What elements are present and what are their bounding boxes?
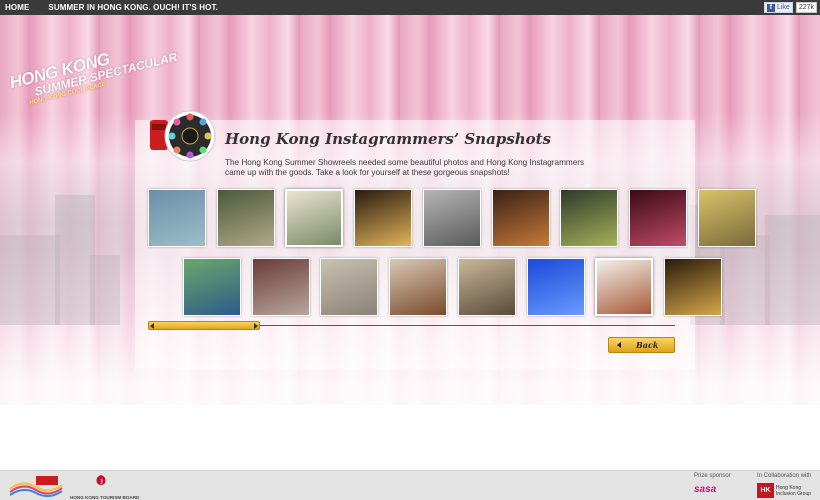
photo-dim-sum[interactable] <box>389 258 448 316</box>
hktb-logo[interactable]: HONG KONG TOURISM BOARD <box>70 473 140 500</box>
building <box>55 195 95 325</box>
back-button[interactable]: Back <box>608 337 675 353</box>
back-button-label: Back <box>636 340 659 350</box>
facebook-icon: f <box>766 3 775 12</box>
gallery-scrollbar-thumb[interactable] <box>148 321 260 330</box>
facebook-like-button[interactable]: f Like <box>763 2 793 13</box>
scroll-right-arrow-icon[interactable] <box>254 323 258 329</box>
photo-clock-tower[interactable] <box>595 258 654 316</box>
photo-racecourse[interactable] <box>183 258 241 316</box>
hktb-label: HONG KONG TOURISM BOARD <box>70 495 140 500</box>
intro-text: The Hong Kong Summer Showreels needed so… <box>225 158 585 177</box>
top-nav-bar: HOME SUMMER IN HONG KONG. OUCH! IT'S HOT… <box>0 0 820 15</box>
prize-sponsor-label: Prize sponsor <box>694 473 731 479</box>
photo-escalator[interactable] <box>320 258 379 316</box>
building <box>720 235 770 325</box>
photo-harbour-boats[interactable] <box>148 189 206 247</box>
bauhinia-icon <box>96 475 106 485</box>
building <box>0 235 60 325</box>
back-arrow-icon <box>617 342 621 348</box>
scroll-left-arrow-icon[interactable] <box>150 323 154 329</box>
collaboration-label: In Collaboration with <box>757 473 812 479</box>
nav-home-link[interactable]: HOME <box>5 3 29 12</box>
hk-name-line2: Inclusion Group <box>776 490 812 497</box>
like-label: Like <box>776 4 790 11</box>
photo-neon-street[interactable] <box>628 189 687 247</box>
facebook-like-widget: f Like 227k <box>763 2 817 13</box>
photo-beach-sunset[interactable] <box>697 189 756 247</box>
photo-spiral-stair[interactable] <box>422 189 481 247</box>
building <box>765 215 820 325</box>
sasa-logo[interactable]: sasa <box>694 484 716 495</box>
hong-kong-summer-footer-logo[interactable] <box>8 474 63 498</box>
like-count: 227k <box>795 2 817 13</box>
viewmaster-icon <box>150 110 216 162</box>
photo-neon-carousel[interactable] <box>354 189 413 247</box>
nav-summer-link[interactable]: SUMMER IN HONG KONG. OUCH! IT'S HOT. <box>48 3 218 12</box>
building <box>90 255 120 325</box>
hk-inclusion-logo[interactable]: HK Hong Kong Inclusion Group <box>757 483 811 498</box>
photo-cable-car[interactable] <box>285 189 344 247</box>
photo-bridge-night[interactable] <box>560 189 619 247</box>
photo-rainy-street[interactable] <box>251 258 310 316</box>
page-title: Hong Kong Instagrammers’ Snapshots <box>225 130 552 148</box>
photo-crowd-street[interactable] <box>457 258 516 316</box>
photo-mountains-sunset[interactable] <box>491 189 550 247</box>
photo-night-market[interactable] <box>663 258 722 316</box>
hk-logo-box: HK <box>757 483 774 498</box>
photo-dragon-sky[interactable] <box>526 258 585 316</box>
photo-street-stairs[interactable] <box>216 189 275 247</box>
footer: HONG KONG TOURISM BOARD Prize sponsor sa… <box>0 470 820 500</box>
